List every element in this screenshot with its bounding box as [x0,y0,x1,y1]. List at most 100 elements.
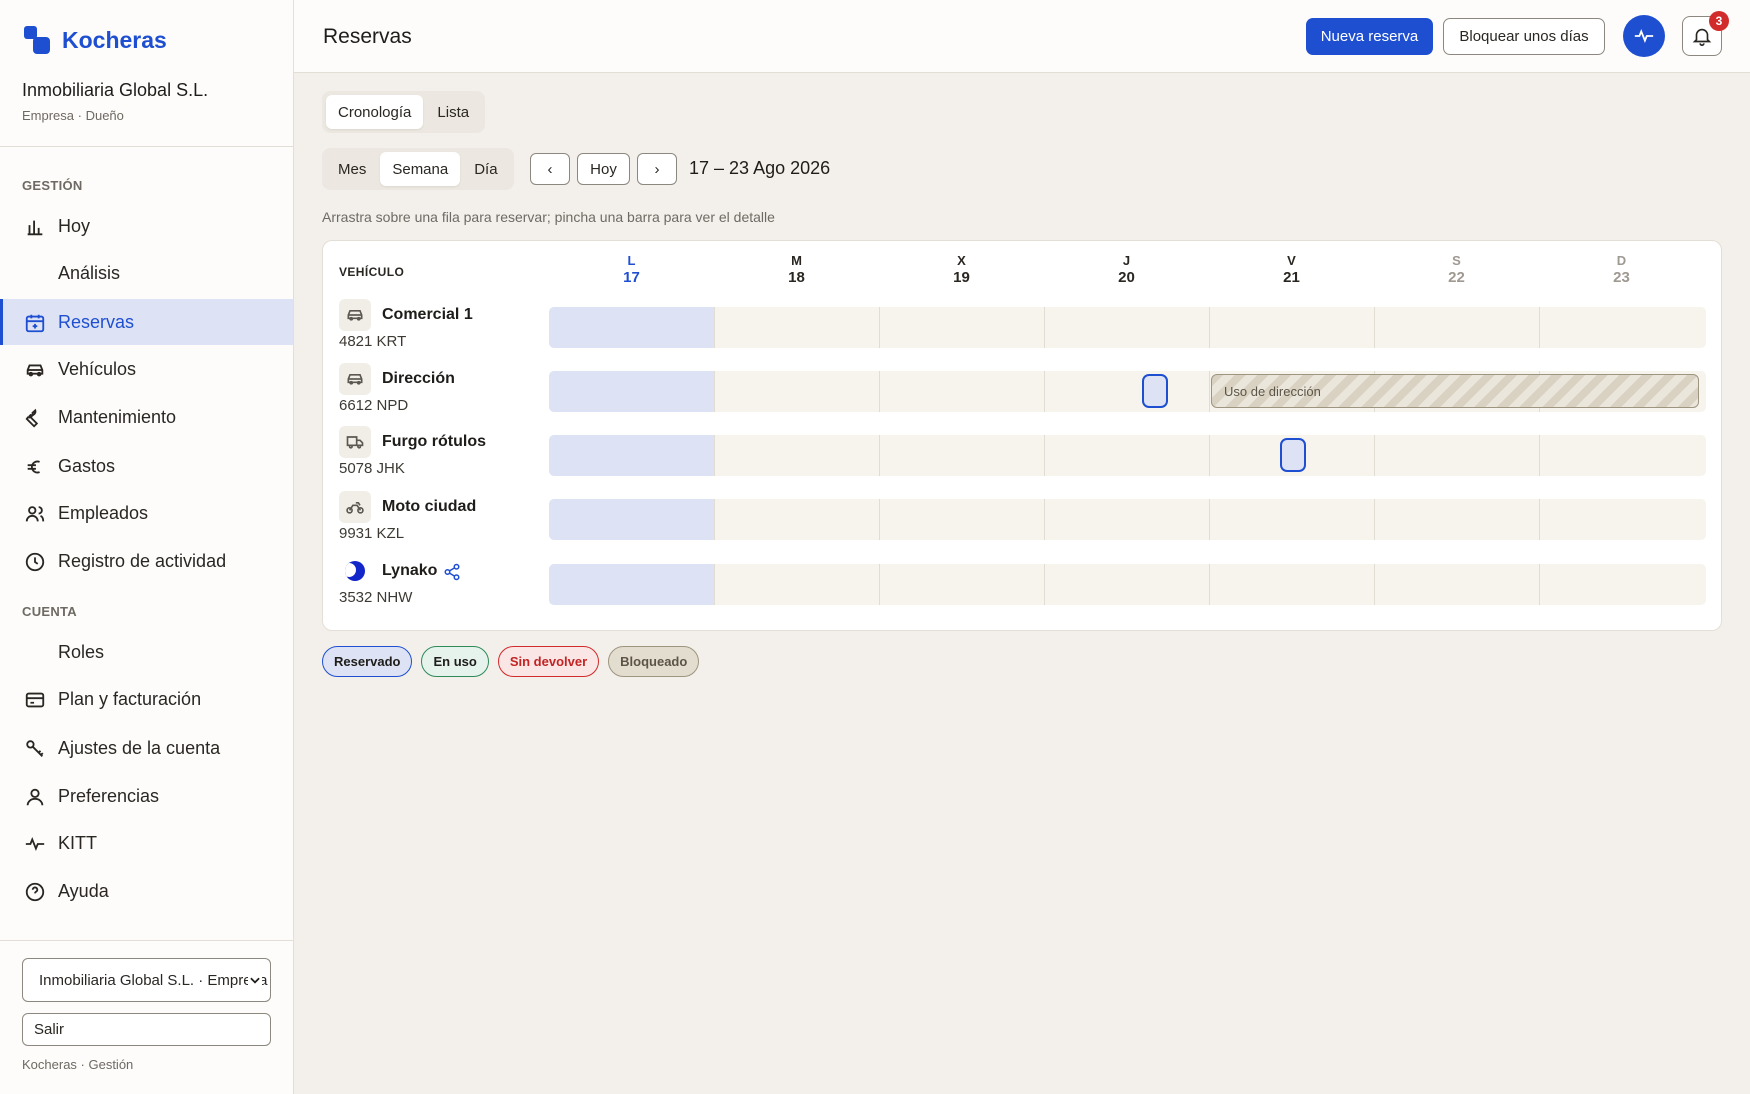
day-separator [1209,435,1210,476]
sidebar-item-label: Empleados [58,502,149,523]
kitt-button[interactable] [1623,15,1665,57]
sidebar-item-analisis[interactable]: Análisis [0,250,293,296]
section-cuenta: CUENTA [22,604,77,619]
blocked-bar[interactable]: Uso de dirección [1211,374,1699,408]
vehicle-row-label[interactable]: Furgo rótulos 5078 JHK [339,426,529,482]
tab-lista[interactable]: Lista [425,95,481,129]
sidebar-item-label: Hoy [58,215,91,236]
today-column [549,371,714,412]
vehicle-row-label[interactable]: Moto ciudad 9931 KZL [339,491,529,547]
vehicle-plate: 3532 NHW [339,589,413,606]
day-separator [879,435,880,476]
day-separator [879,371,880,412]
status-legend: Reservado En uso Sin devolver Bloqueado [322,646,700,677]
bar-chart-icon [24,216,46,238]
legend-blocked: Bloqueado [608,646,700,677]
sidebar-item-mantenimiento[interactable]: Mantenimiento [0,394,293,440]
sidebar-item-plan[interactable]: Plan y facturación [0,676,293,722]
day-separator [1209,564,1210,605]
range-tabs: Mes Semana Día [322,148,514,190]
day-separator [714,307,715,348]
logout-button[interactable]: Salir [22,1013,271,1046]
today-column [549,307,714,348]
sidebar-item-hoy[interactable]: Hoy [0,203,293,249]
day-header: M 18 [714,253,879,286]
tab-semana[interactable]: Semana [380,152,461,186]
day-separator [1374,307,1375,348]
day-letter: S [1452,253,1461,268]
sidebar-item-ajustes[interactable]: Ajustes de la cuenta [0,725,293,771]
tab-cronologia[interactable]: Cronología [326,95,424,129]
users-icon [24,503,46,525]
sidebar-item-empleados[interactable]: Empleados [0,490,293,536]
vehicle-row-label[interactable]: Dirección 6612 NPD [339,363,529,419]
next-week-button[interactable]: › [637,153,677,185]
sidebar-item-registro[interactable]: Registro de actividad [0,538,293,584]
sidebar-item-vehiculos[interactable]: Vehículos [0,346,293,392]
sidebar-item-ayuda[interactable]: Ayuda [0,868,293,914]
brand[interactable]: Kocheras [22,26,167,54]
booking-bar[interactable] [1280,438,1306,472]
legend-reserved: Reservado [322,646,413,677]
car-icon [24,359,46,381]
vehicle-timeline-track[interactable] [549,564,1706,605]
bell-icon [1692,28,1712,46]
vehicle-timeline-track[interactable] [549,435,1706,476]
day-separator [1539,307,1540,348]
vehicle-row-label[interactable]: Comercial 1 4821 KRT [339,299,529,355]
day-separator [714,435,715,476]
org-select-value: Inmobiliaria Global S.L. · Empresa [39,971,268,989]
new-booking-button[interactable]: Nueva reserva [1306,18,1433,55]
vehicle-timeline-track[interactable] [549,307,1706,348]
org-name: Inmobiliaria Global S.L. [22,80,209,100]
vehicle-name: Moto ciudad [382,498,477,515]
day-separator [1044,564,1045,605]
legend-in-use: En uso [421,646,489,677]
block-days-button[interactable]: Bloquear unos días [1443,18,1605,55]
sidebar-item-gastos[interactable]: Gastos [0,443,293,489]
day-separator [1539,435,1540,476]
credit-card-icon [24,689,46,711]
vehicle-plate: 5078 JHK [339,460,405,477]
calendar-icon [24,312,46,334]
prev-week-button[interactable]: ‹ [530,153,570,185]
tab-dia[interactable]: Día [462,152,509,186]
pulse-icon [1634,28,1654,44]
vehicle-name: Furgo rótulos [382,433,486,450]
day-separator [879,564,880,605]
day-letter: M [791,253,802,268]
day-letter: L [627,253,636,268]
day-separator [879,499,880,540]
day-separator [1374,564,1375,605]
legend-unreturned: Sin devolver [497,646,600,677]
notification-badge: 3 [1709,11,1729,31]
vehicle-timeline-track[interactable] [549,499,1706,540]
sidebar-divider [0,146,293,147]
day-separator [879,307,880,348]
vehicle-plate: 6612 NPD [339,397,409,414]
vehicle-name: Dirección [382,370,455,387]
booking-bar[interactable] [1142,374,1168,408]
tab-mes[interactable]: Mes [326,152,378,186]
kocheras-logo-icon [22,26,52,54]
sidebar-item-reservas[interactable]: Reservas [0,299,293,345]
sidebar-item-label: Ayuda [58,880,109,901]
day-separator [1374,435,1375,476]
page-title: Reservas [323,25,412,48]
day-separator [1209,499,1210,540]
day-number: 19 [953,269,970,286]
vehicle-timeline-track[interactable]: Uso de dirección [549,371,1706,412]
org-role: Empresa · Dueño [22,108,124,123]
day-separator [1044,307,1045,348]
day-separator [1374,499,1375,540]
share-icon[interactable] [443,563,461,581]
sidebar-item-roles[interactable]: Roles [0,629,293,675]
vehicle-name: Comercial 1 [382,306,473,323]
day-number: 17 [623,269,640,286]
day-separator [1539,499,1540,540]
today-button[interactable]: Hoy [577,153,630,185]
sidebar-item-kitt[interactable]: KITT [0,820,293,866]
vehicle-row-label[interactable]: Lynako 3532 NHW [339,555,529,611]
sidebar-item-preferencias[interactable]: Preferencias [0,773,293,819]
org-select[interactable]: Inmobiliaria Global S.L. · Empresa [22,958,271,1002]
